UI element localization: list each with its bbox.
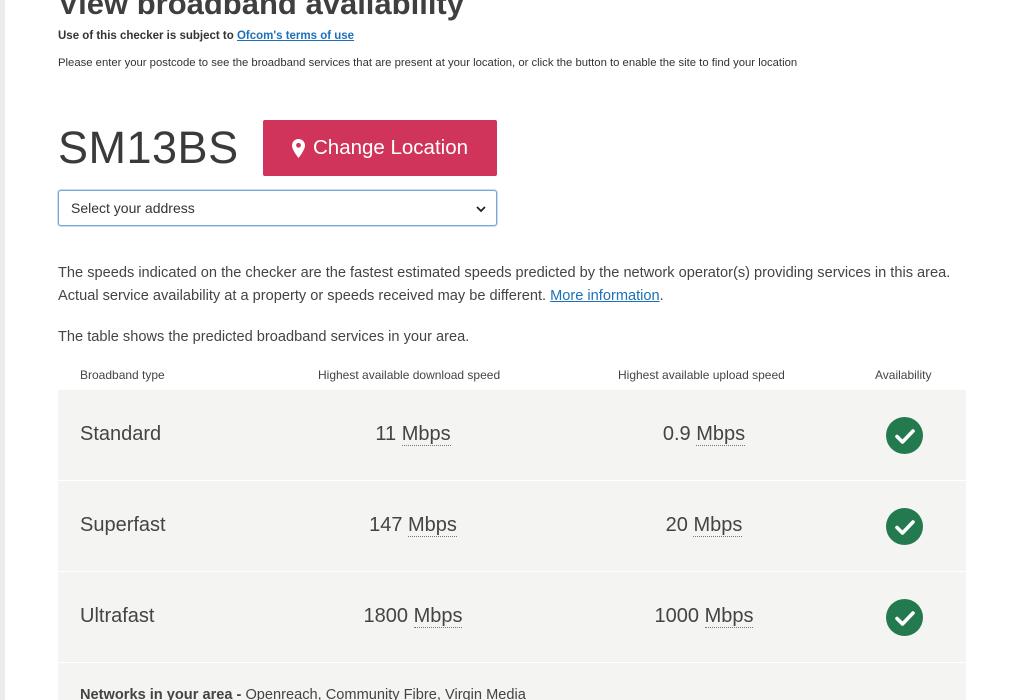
address-select-value: Select your address xyxy=(71,200,195,216)
upload-speed: 20 Mbps xyxy=(568,514,840,537)
map-pin-icon xyxy=(291,138,305,158)
upload-value: 0.9 xyxy=(662,423,691,445)
postcode-display: SM13BS xyxy=(58,122,239,173)
speed-unit[interactable]: Mbps xyxy=(401,423,451,446)
header-availability: Availability xyxy=(875,368,932,382)
check-circle-icon xyxy=(886,417,923,454)
instructions-text: Please enter your postcode to see the br… xyxy=(58,57,798,69)
disclaimer-text: The speeds indicated on the checker are … xyxy=(58,265,951,304)
change-location-button[interactable]: Change Location xyxy=(263,120,497,176)
download-speed: 1800 Mbps xyxy=(278,605,548,628)
broadband-type: Standard xyxy=(80,423,162,445)
download-value: 147 xyxy=(369,514,403,536)
download-speed: 11 Mbps xyxy=(278,423,548,446)
speed-disclaimer: The speeds indicated on the checker are … xyxy=(58,262,968,308)
broadband-type: Superfast xyxy=(80,514,166,536)
upload-speed: 1000 Mbps xyxy=(568,605,840,628)
table-row: Ultrafast 1800 Mbps 1000 Mbps xyxy=(58,572,966,663)
speed-unit[interactable]: Mbps xyxy=(693,514,743,537)
header-upload-speed: Highest available upload speed xyxy=(618,368,785,382)
terms-prefix: Use of this checker is subject to xyxy=(58,30,237,42)
terms-link[interactable]: Ofcom's terms of use xyxy=(237,30,354,42)
upload-value: 20 xyxy=(665,514,688,536)
speed-unit[interactable]: Mbps xyxy=(696,423,746,446)
upload-value: 1000 xyxy=(654,605,700,627)
disclaimer-suffix: . xyxy=(659,288,664,304)
change-location-label: Change Location xyxy=(312,136,468,159)
header-broadband-type: Broadband type xyxy=(80,368,165,382)
upload-speed: 0.9 Mbps xyxy=(568,423,840,446)
networks-label: Networks in your area - xyxy=(80,687,246,700)
download-speed: 147 Mbps xyxy=(278,514,548,537)
terms-notice: Use of this checker is subject to Ofcom'… xyxy=(58,30,354,42)
table-intro: The table shows the predicted broadband … xyxy=(58,329,470,345)
address-select[interactable]: Select your address xyxy=(58,190,497,226)
page-left-border xyxy=(0,0,5,700)
table-row: Superfast 147 Mbps 20 Mbps xyxy=(58,481,966,572)
speed-unit[interactable]: Mbps xyxy=(413,605,463,628)
page-title: View broadband availability xyxy=(58,0,464,21)
networks-in-area: Networks in your area - Openreach, Commu… xyxy=(80,687,526,700)
speed-unit[interactable]: Mbps xyxy=(408,514,457,537)
check-circle-icon xyxy=(886,508,923,545)
chevron-down-icon xyxy=(476,200,486,216)
header-download-speed: Highest available download speed xyxy=(318,368,501,382)
networks-list: Openreach, Community Fibre, Virgin Media xyxy=(245,687,526,700)
more-information-link[interactable]: More information xyxy=(550,288,660,304)
check-circle-icon xyxy=(886,599,923,636)
broadband-table: Standard 11 Mbps 0.9 Mbps Superfast 147 … xyxy=(58,390,966,700)
broadband-type: Ultrafast xyxy=(80,605,155,627)
download-value: 11 xyxy=(375,423,397,445)
download-value: 1800 xyxy=(363,605,409,627)
speed-unit[interactable]: Mbps xyxy=(704,605,754,628)
table-row: Standard 11 Mbps 0.9 Mbps xyxy=(58,390,966,481)
